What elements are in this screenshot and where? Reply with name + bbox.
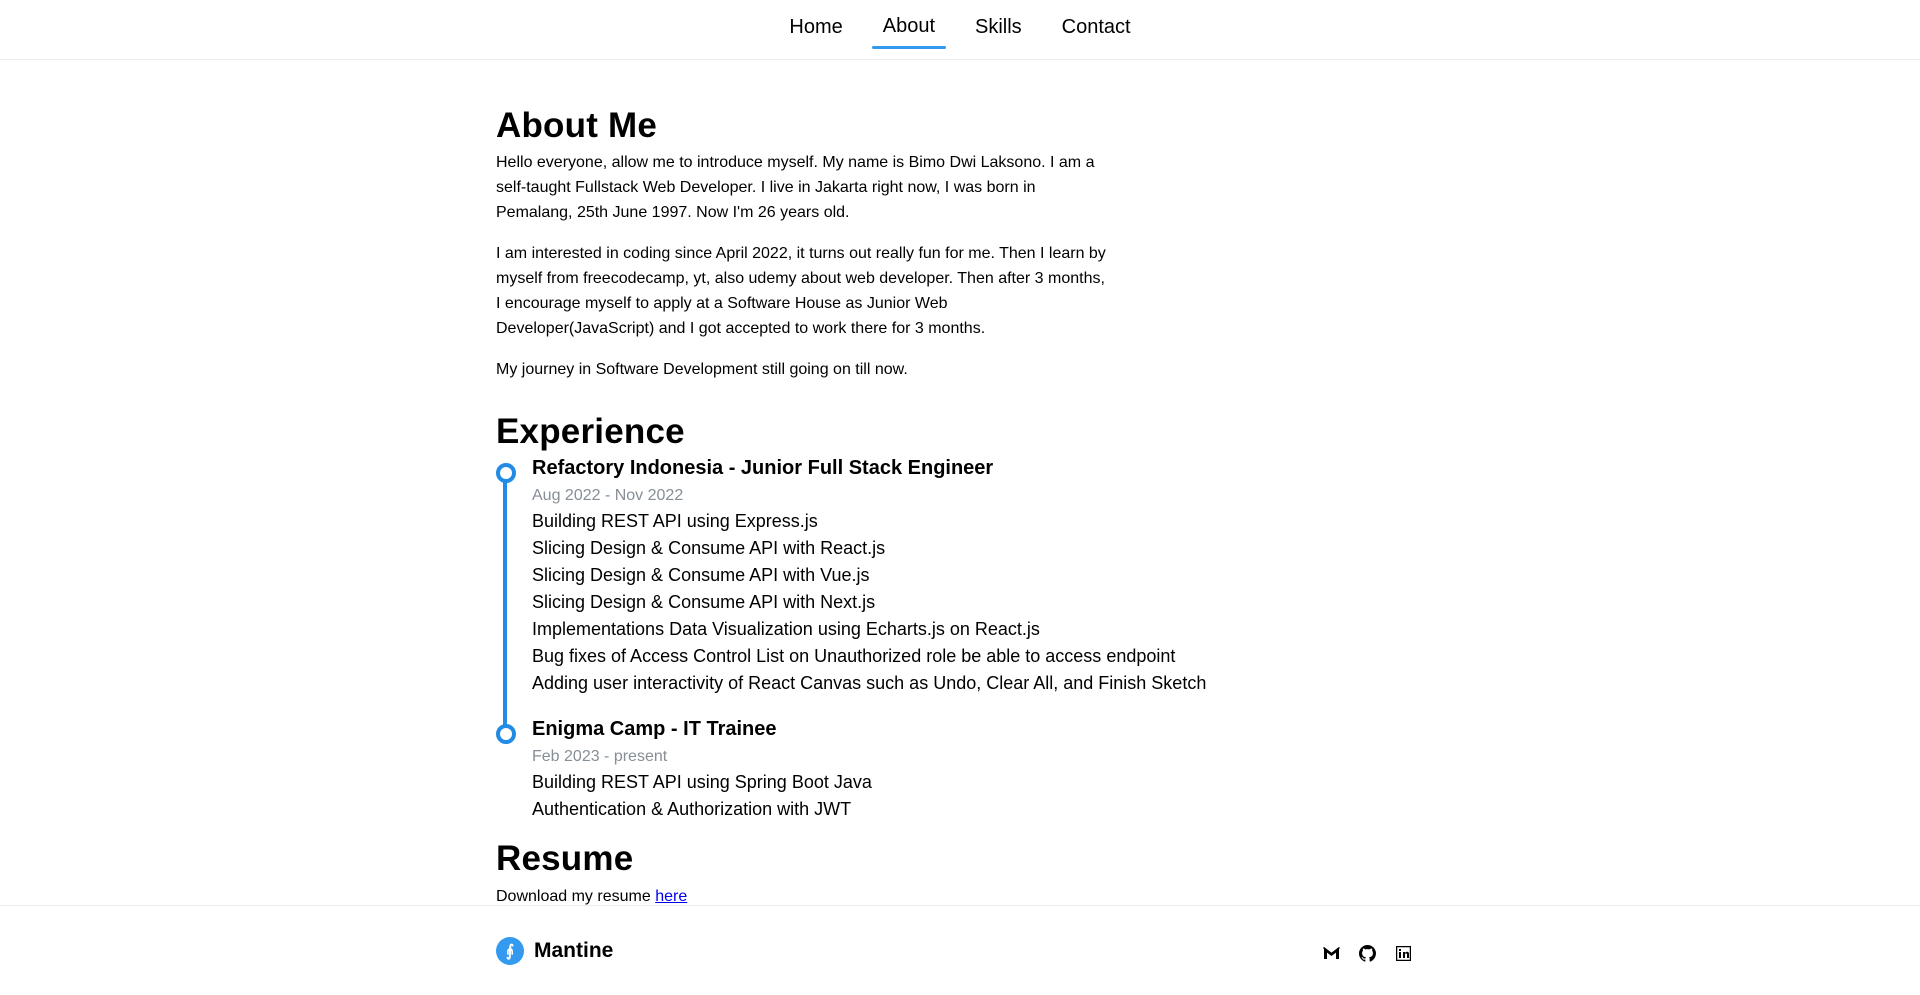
- timeline-item-title: Refactory Indonesia - Junior Full Stack …: [532, 457, 994, 479]
- linkedin-icon[interactable]: [1394, 944, 1412, 962]
- github-icon[interactable]: [1358, 944, 1376, 962]
- timeline-item-point: Implementations Data Visualization using…: [532, 619, 1040, 639]
- timeline-item-point: Authentication & Authorization with JWT: [532, 799, 852, 819]
- timeline-item-point: Slicing Design & Consume API with React.…: [532, 538, 886, 558]
- site-footer: ⨙ Mantine: [0, 905, 1920, 995]
- timeline-item-point: Adding user interactivity of React Canva…: [532, 673, 1207, 693]
- timeline-item-point: Slicing Design & Consume API with Vue.js: [532, 565, 870, 585]
- timeline-item-date: Aug 2022 - Nov 2022: [532, 487, 684, 504]
- timeline-bullet: [496, 724, 516, 744]
- about-paragraph-3: My journey in Software Development still…: [496, 361, 908, 378]
- timeline-line: [503, 468, 507, 730]
- main-nav: Home About Skills Contact: [0, 0, 1920, 60]
- nav-about[interactable]: About: [871, 0, 947, 49]
- resume-section: Resume Download my resume here: [496, 837, 1216, 909]
- timeline-bullet: [496, 463, 516, 483]
- site-header: Home About Skills Contact: [0, 0, 1920, 60]
- timeline-item: Refactory Indonesia - Junior Full Stack …: [496, 454, 1216, 697]
- timeline-item-title: Enigma Camp - IT Trainee: [532, 718, 777, 740]
- experience-title: Experience: [496, 412, 685, 451]
- resume-title: Resume: [496, 839, 634, 878]
- experience-section: Experience Refactory Indonesia - Junior …: [496, 410, 1216, 823]
- about-section: About Me Hello everyone, allow me to int…: [496, 104, 1216, 382]
- social-links: [1322, 944, 1412, 962]
- gmail-icon[interactable]: [1322, 944, 1340, 962]
- about-paragraph-2: I am interested in coding since April 20…: [496, 245, 1106, 337]
- nav-contact[interactable]: Contact: [1051, 0, 1142, 48]
- timeline-item-date: Feb 2023 - present: [532, 748, 668, 765]
- about-title: About Me: [496, 106, 658, 145]
- resume-label: Download my resume: [496, 888, 651, 905]
- logo-text: Mantine: [534, 939, 614, 962]
- timeline-item-point: Slicing Design & Consume API with Next.j…: [532, 592, 876, 612]
- mantine-logo-icon: ⨙: [496, 937, 524, 965]
- resume-download-link[interactable]: here: [655, 888, 687, 905]
- timeline-item-point: Building REST API using Express.js: [532, 511, 818, 531]
- about-paragraph-1: Hello everyone, allow me to introduce my…: [496, 154, 1095, 221]
- nav-skills[interactable]: Skills: [964, 0, 1033, 48]
- timeline-item: Enigma Camp - IT Trainee Feb 2023 - pres…: [496, 715, 1216, 823]
- experience-timeline: Refactory Indonesia - Junior Full Stack …: [496, 454, 1216, 823]
- timeline-item-point: Building REST API using Spring Boot Java: [532, 772, 872, 792]
- timeline-item-point: Bug fixes of Access Control List on Unau…: [532, 646, 1176, 666]
- footer-logo[interactable]: ⨙ Mantine: [496, 937, 613, 965]
- nav-home[interactable]: Home: [778, 0, 853, 48]
- main-content: About Me Hello everyone, allow me to int…: [496, 104, 1216, 909]
